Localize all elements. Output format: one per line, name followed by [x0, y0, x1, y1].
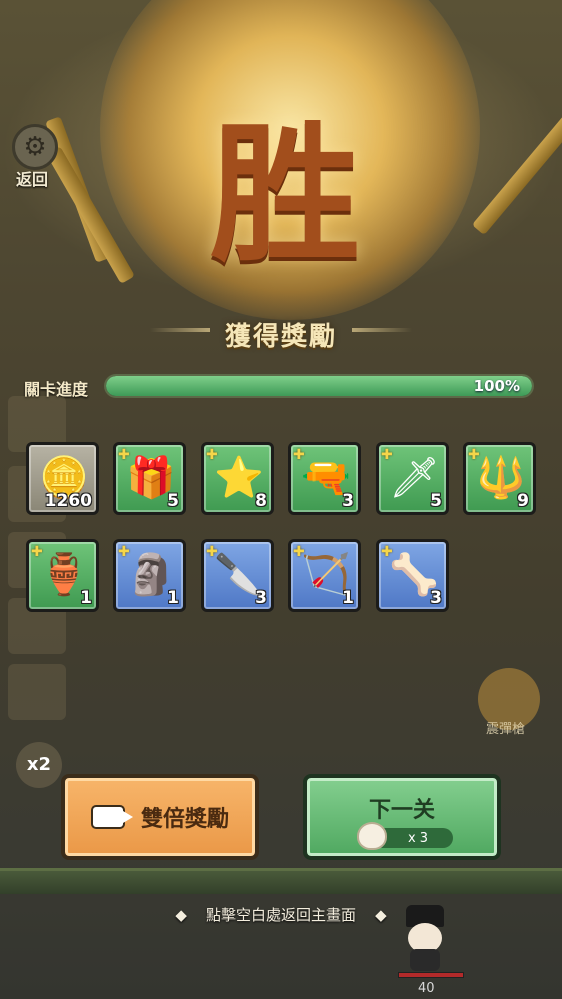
skill-label: 震彈槍	[486, 722, 526, 737]
reward-count: 1260	[44, 491, 92, 511]
reward-count: 5	[430, 491, 442, 511]
progress-fill	[106, 376, 532, 396]
reward-item-flame-bow[interactable]: ✚ 🏹 1	[288, 539, 361, 612]
back-button[interactable]: 返回	[16, 166, 48, 190]
reward-count: 1	[80, 588, 92, 608]
reward-count: 3	[342, 491, 354, 511]
reward-count: 1	[167, 588, 179, 608]
next-level-button[interactable]: 下一关 x 3	[303, 774, 501, 860]
reward-item-pistol[interactable]: ✚ 🔫 3	[288, 442, 361, 515]
tap-to-return-hint[interactable]: ◆ 點擊空白處返回主畫面 ◆	[0, 904, 562, 925]
reward-item-star-card[interactable]: ✚ ⭐ 8	[201, 442, 274, 515]
hero-body	[410, 949, 440, 971]
reward-item-ice-spear[interactable]: ✚ 🔱 9	[463, 442, 536, 515]
steamed-bun-icon	[357, 822, 387, 850]
double-reward-button[interactable]: 雙倍獎勵	[61, 774, 259, 860]
next-level-cost: x 3	[357, 822, 453, 850]
reward-count: 1	[342, 588, 354, 608]
reward-item-lucky-jar[interactable]: ✚ 🏺 1	[26, 539, 99, 612]
reward-count: 3	[255, 588, 267, 608]
hero-character	[398, 905, 452, 973]
side-slot	[8, 664, 66, 720]
reward-count: 3	[430, 588, 442, 608]
reward-count: 8	[255, 491, 267, 511]
hero-hp-bar	[398, 972, 464, 978]
double-reward-label: 雙倍獎勵	[140, 807, 229, 832]
victory-banner: 胜	[209, 107, 360, 283]
reward-count: 9	[517, 491, 529, 511]
reward-item-crystal-blade[interactable]: ✚ 🔪 3	[201, 539, 274, 612]
reward-item-dragon-statue[interactable]: ✚ 🗿 1	[113, 539, 186, 612]
stage-progress-bar: 100%	[104, 374, 534, 398]
video-icon	[90, 805, 133, 829]
ground-strip	[0, 868, 562, 894]
reward-count: 5	[167, 491, 179, 511]
next-level-label: 下一关	[368, 798, 435, 823]
gear-icon[interactable]: ⚙	[12, 124, 58, 170]
multiplier-badge[interactable]: x2	[16, 742, 62, 788]
reward-item-bone-staff[interactable]: ✚ 🦴 3	[376, 539, 449, 612]
reward-item-coin[interactable]: 🪙 1260	[26, 442, 99, 515]
hero-hp-value: 40	[418, 981, 435, 996]
hint-text: 點擊空白處返回主畫面	[205, 906, 356, 924]
progress-value: 100%	[473, 377, 520, 395]
reward-item-green-sword[interactable]: ✚ 🗡 5	[376, 442, 449, 515]
reward-title: 獲得獎勵	[224, 322, 337, 352]
reward-item-lightning-chest[interactable]: ✚ 🎁 5	[113, 442, 186, 515]
cost-text: x 3	[407, 830, 429, 846]
